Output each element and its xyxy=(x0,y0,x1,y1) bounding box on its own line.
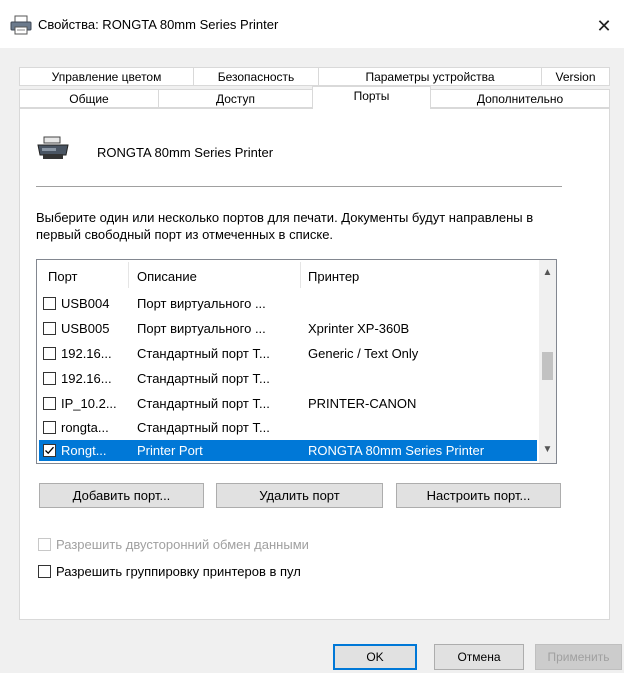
port-row[interactable]: USB004 Порт виртуального ... xyxy=(39,293,537,314)
printer-properties-dialog: Свойства: RONGTA 80mm Series Printer ✕ У… xyxy=(0,0,624,673)
port-name: IP_10.2... xyxy=(61,396,117,411)
scroll-up-arrow-icon[interactable]: ▲ xyxy=(539,260,556,284)
tab-sharing[interactable]: Доступ xyxy=(158,89,313,108)
port-checkbox[interactable] xyxy=(43,397,56,410)
port-printer: PRINTER-CANON xyxy=(308,396,417,411)
tab-label: Доступ xyxy=(215,92,256,106)
scrollbar-thumb[interactable] xyxy=(542,352,553,380)
column-divider[interactable] xyxy=(300,262,301,288)
bidirectional-label: Разрешить двусторонний обмен данными xyxy=(56,537,309,552)
tab-color-management[interactable]: Управление цветом xyxy=(19,67,194,86)
window-title: Свойства: RONGTA 80mm Series Printer xyxy=(38,17,279,32)
port-description: Порт виртуального ... xyxy=(137,321,266,336)
scroll-down-arrow-icon[interactable]: ▼ xyxy=(539,439,556,463)
port-name: USB004 xyxy=(61,296,110,311)
tab-security[interactable]: Безопасность xyxy=(193,67,319,86)
column-header-description[interactable]: Описание xyxy=(137,269,197,284)
port-row[interactable]: IP_10.2... Стандартный порт T... PRINTER… xyxy=(39,393,537,414)
port-description: Printer Port xyxy=(137,443,203,458)
button-label: Добавить порт... xyxy=(72,488,171,503)
title-bar: Свойства: RONGTA 80mm Series Printer ✕ xyxy=(0,0,624,48)
printer-pooling-label: Разрешить группировку принтеров в пул xyxy=(56,564,301,579)
port-description: Порт виртуального ... xyxy=(137,296,266,311)
port-name: 192.16... xyxy=(61,346,112,361)
bidirectional-checkbox[interactable] xyxy=(38,538,51,551)
port-description: Стандартный порт T... xyxy=(137,346,270,361)
tab-ports[interactable]: Порты xyxy=(312,86,431,109)
port-checkbox-checked[interactable] xyxy=(43,444,56,457)
tab-label: Управление цветом xyxy=(51,70,162,84)
port-row[interactable]: 192.16... Стандартный порт T... xyxy=(39,368,537,389)
port-row[interactable]: USB005 Порт виртуального ... Xprinter XP… xyxy=(39,318,537,339)
printer-small-icon xyxy=(10,15,32,35)
port-checkbox[interactable] xyxy=(43,347,56,360)
port-printer: RONGTA 80mm Series Printer xyxy=(308,443,485,458)
column-header-port[interactable]: Порт xyxy=(48,269,77,284)
ports-list[interactable]: Порт Описание Принтер USB004 Порт виртуа… xyxy=(36,259,557,464)
vertical-scrollbar[interactable]: ▲ ▼ xyxy=(539,260,556,463)
tab-label: Дополнительно xyxy=(476,92,564,106)
port-name: Rongt... xyxy=(61,443,107,458)
port-name: USB005 xyxy=(61,321,110,336)
column-header-printer[interactable]: Принтер xyxy=(308,269,359,284)
cancel-button[interactable]: Отмена xyxy=(434,644,524,670)
tab-device-settings[interactable]: Параметры устройства xyxy=(318,67,542,86)
port-printer: Generic / Text Only xyxy=(308,346,419,361)
close-icon: ✕ xyxy=(596,16,612,36)
tab-advanced[interactable]: Дополнительно xyxy=(430,89,610,108)
port-row-selected[interactable]: Rongt... Printer Port RONGTA 80mm Series… xyxy=(39,440,537,461)
delete-port-button[interactable]: Удалить порт xyxy=(216,483,383,508)
ports-instructions: Выберите один или несколько портов для п… xyxy=(36,210,534,242)
port-description: Стандартный порт T... xyxy=(137,396,270,411)
port-row[interactable]: 192.16... Стандартный порт T... Generic … xyxy=(39,343,537,364)
column-divider[interactable] xyxy=(128,262,129,288)
tab-label: Общие xyxy=(69,92,109,106)
port-row[interactable]: rongta... Стандартный порт T... xyxy=(39,417,537,438)
tab-label: Version xyxy=(555,70,596,84)
button-label: OK xyxy=(366,650,384,664)
close-button[interactable]: ✕ xyxy=(584,6,624,46)
tab-general[interactable]: Общие xyxy=(19,89,159,108)
ok-button[interactable]: OK xyxy=(333,644,417,670)
port-description: Стандартный порт T... xyxy=(137,371,270,386)
printer-name: RONGTA 80mm Series Printer xyxy=(97,145,274,160)
tab-version[interactable]: Version xyxy=(541,67,610,86)
ports-list-header: Порт Описание Принтер xyxy=(37,260,537,290)
checkmark-icon xyxy=(45,446,54,455)
tab-label: Порты xyxy=(353,89,390,103)
tab-label: Безопасность xyxy=(217,70,295,84)
port-name: rongta... xyxy=(61,420,109,435)
separator xyxy=(36,186,562,187)
tab-label: Параметры устройства xyxy=(365,70,495,84)
port-description: Стандартный порт T... xyxy=(137,420,270,435)
port-checkbox[interactable] xyxy=(43,421,56,434)
port-printer: Xprinter XP-360B xyxy=(308,321,410,336)
button-label: Применить xyxy=(547,650,610,664)
printer-pooling-checkbox[interactable] xyxy=(38,565,51,578)
button-label: Отмена xyxy=(457,650,501,664)
port-name: 192.16... xyxy=(61,371,112,386)
button-label: Удалить порт xyxy=(259,488,340,503)
button-label: Настроить порт... xyxy=(426,488,531,503)
port-checkbox[interactable] xyxy=(43,372,56,385)
port-checkbox[interactable] xyxy=(43,297,56,310)
apply-button[interactable]: Применить xyxy=(535,644,622,670)
add-port-button[interactable]: Добавить порт... xyxy=(39,483,204,508)
configure-port-button[interactable]: Настроить порт... xyxy=(396,483,561,508)
printer-icon xyxy=(37,136,69,159)
port-checkbox[interactable] xyxy=(43,322,56,335)
